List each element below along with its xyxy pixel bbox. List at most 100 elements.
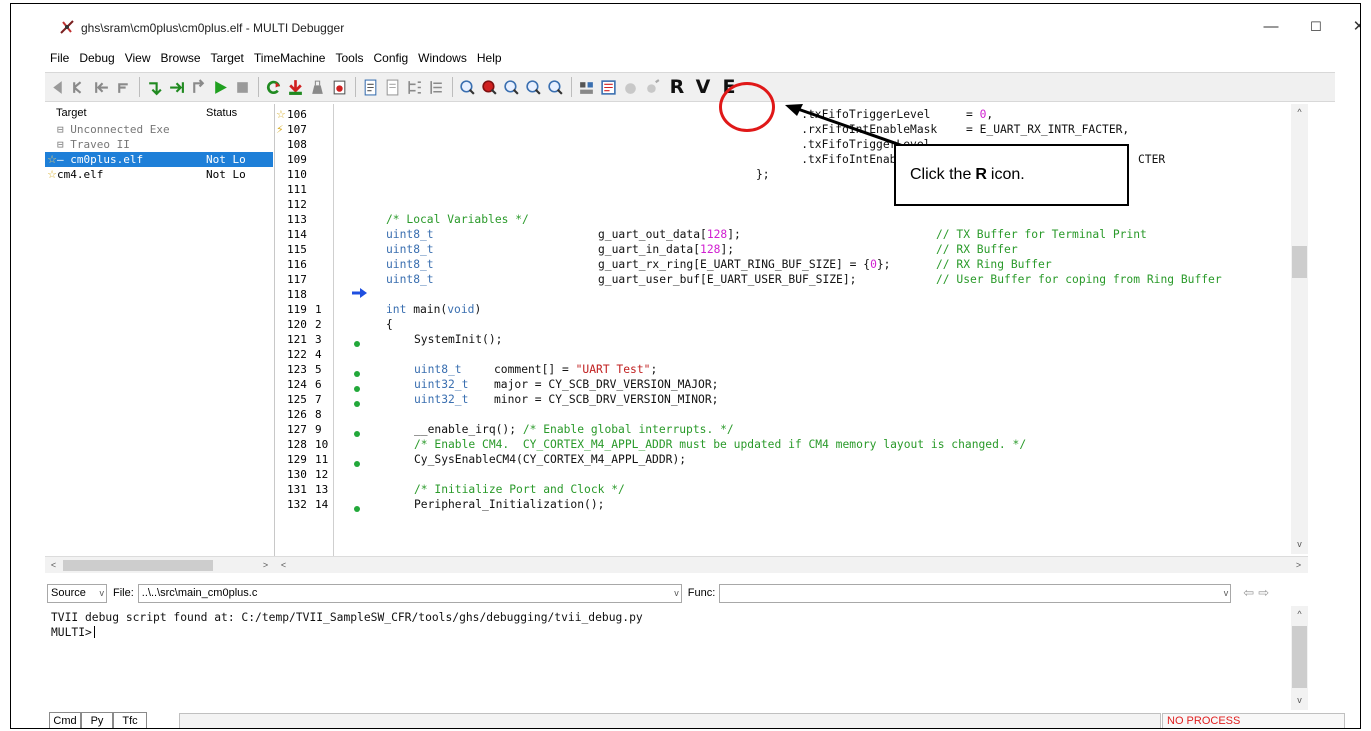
menu-tools[interactable]: Tools: [330, 48, 368, 68]
breakpoint-dot[interactable]: [354, 401, 360, 407]
line-number-row[interactable]: 121 3: [275, 332, 333, 347]
flash-icon[interactable]: [307, 76, 328, 98]
hand-icon[interactable]: [620, 76, 641, 98]
line-number-row[interactable]: 110: [275, 167, 333, 182]
scroll-right-icon[interactable]: >: [1290, 557, 1307, 573]
run-icon[interactable]: [210, 76, 231, 98]
line-number-row[interactable]: 106 ☆: [275, 107, 333, 122]
tab-cmd[interactable]: Cmd: [49, 712, 81, 728]
document-icon[interactable]: [360, 76, 381, 98]
find-all-icon[interactable]: [545, 76, 566, 98]
menu-view[interactable]: View: [120, 48, 156, 68]
menu-target[interactable]: Target: [206, 48, 249, 68]
line-number-row[interactable]: 107 ⚡: [275, 122, 333, 137]
menu-help[interactable]: Help: [472, 48, 507, 68]
scroll-up-icon[interactable]: ^: [1291, 104, 1308, 120]
target-icon[interactable]: [329, 76, 350, 98]
command-pane[interactable]: TVII debug script found at: C:/temp/TVII…: [45, 606, 1291, 710]
line-number-row[interactable]: 129 11: [275, 452, 333, 467]
find-red-icon[interactable]: [479, 76, 500, 98]
find-prev-icon[interactable]: [523, 76, 544, 98]
line-number-row[interactable]: 130 12: [275, 467, 333, 482]
target-row[interactable]: ☆ cm4.elf Not Lo: [45, 167, 273, 182]
close-button[interactable]: ✕: [1344, 16, 1360, 38]
scroll-down-icon[interactable]: v: [1291, 692, 1308, 708]
line-number-row[interactable]: 132 14: [275, 497, 333, 512]
step-back-icon[interactable]: [47, 76, 68, 98]
target-row[interactable]: ⊟ Traveo II: [45, 137, 273, 152]
func-select[interactable]: v: [719, 583, 1232, 603]
tab-py[interactable]: Py: [81, 712, 113, 728]
forward-arrow-icon[interactable]: ⇨: [1258, 585, 1269, 601]
menu-windows[interactable]: Windows: [413, 48, 472, 68]
document-gray-icon[interactable]: [382, 76, 403, 98]
command-vscrollbar[interactable]: ^ v: [1291, 606, 1308, 710]
target-row-selected[interactable]: ☆ — cm0plus.elf Not Lo: [45, 152, 273, 167]
target-column-header[interactable]: Target: [56, 107, 87, 121]
maximize-button[interactable]: ☐: [1301, 16, 1331, 38]
registers-icon[interactable]: [576, 76, 597, 98]
menu-debug[interactable]: Debug: [74, 48, 119, 68]
step-over-icon[interactable]: [166, 76, 187, 98]
scroll-left-icon[interactable]: <: [275, 557, 292, 573]
line-number-row[interactable]: 119 1: [275, 302, 333, 317]
line-number-row[interactable]: 118: [275, 287, 333, 302]
scroll-down-icon[interactable]: v: [1291, 536, 1308, 552]
line-number-row[interactable]: 123 5: [275, 362, 333, 377]
line-number-row[interactable]: 115: [275, 242, 333, 257]
scroll-right-icon[interactable]: >: [257, 557, 274, 573]
back-arrow-icon[interactable]: ⇦: [1243, 585, 1254, 601]
scroll-left-icon[interactable]: <: [45, 557, 62, 573]
target-row[interactable]: ⊟ Unconnected Exe: [45, 122, 273, 137]
tab-tfc[interactable]: Tfc: [113, 712, 147, 728]
trace-icon[interactable]: [642, 76, 663, 98]
line-number-row[interactable]: 109: [275, 152, 333, 167]
line-number-row[interactable]: 128 10: [275, 437, 333, 452]
menu-timemachine[interactable]: TimeMachine: [249, 48, 331, 68]
line-number-row[interactable]: 125 7: [275, 392, 333, 407]
command-input[interactable]: MULTI>: [51, 625, 95, 640]
status-column-header[interactable]: Status: [206, 107, 237, 121]
menu-file[interactable]: File: [45, 48, 74, 68]
line-number-row[interactable]: 120 2: [275, 317, 333, 332]
line-number-row[interactable]: 126 8: [275, 407, 333, 422]
restart-icon[interactable]: [263, 76, 284, 98]
scroll-thumb[interactable]: [1292, 626, 1307, 688]
line-number-gutter[interactable]: 106 ☆ 107 ⚡ 108 109 110 111 112 113 114 115 116 117 11…: [275, 104, 333, 556]
back-step-icon[interactable]: [91, 76, 112, 98]
tree-icon[interactable]: [404, 76, 425, 98]
menu-config[interactable]: Config: [368, 48, 413, 68]
v-button[interactable]: V: [690, 75, 716, 99]
line-number-row[interactable]: 116: [275, 257, 333, 272]
scroll-thumb[interactable]: [63, 560, 213, 571]
step-return-icon[interactable]: [188, 76, 209, 98]
step-out-back-icon[interactable]: [69, 76, 90, 98]
minimize-button[interactable]: —: [1256, 16, 1286, 38]
line-number-row[interactable]: 127 9: [275, 422, 333, 437]
line-number-row[interactable]: 113: [275, 212, 333, 227]
breakpoint-dot[interactable]: [354, 386, 360, 392]
breakpoint-dot[interactable]: [354, 506, 360, 512]
target-panel-hscrollbar[interactable]: < >: [45, 556, 275, 573]
stop-icon[interactable]: [232, 76, 253, 98]
find-next-icon[interactable]: [501, 76, 522, 98]
r-button[interactable]: R: [664, 75, 690, 99]
breakpoint-dot[interactable]: [354, 341, 360, 347]
line-number-row[interactable]: 114: [275, 227, 333, 242]
back-over-icon[interactable]: [113, 76, 134, 98]
favorite-star-icon[interactable]: ☆: [276, 107, 286, 122]
scroll-up-icon[interactable]: ^: [1291, 606, 1308, 622]
file-select[interactable]: ..\..\src\main_cm0plus.c v: [137, 583, 682, 603]
line-number-row[interactable]: 112: [275, 197, 333, 212]
line-number-row[interactable]: 122 4: [275, 347, 333, 362]
list-icon[interactable]: [426, 76, 447, 98]
breakpoint-dot[interactable]: [354, 431, 360, 437]
breakpoint-dot[interactable]: [354, 461, 360, 467]
scroll-thumb[interactable]: [1292, 246, 1307, 278]
download-icon[interactable]: [285, 76, 306, 98]
menu-browse[interactable]: Browse: [156, 48, 206, 68]
line-number-row[interactable]: 117: [275, 272, 333, 287]
report-icon[interactable]: [598, 76, 619, 98]
line-number-row[interactable]: 111: [275, 182, 333, 197]
find-icon[interactable]: [457, 76, 478, 98]
